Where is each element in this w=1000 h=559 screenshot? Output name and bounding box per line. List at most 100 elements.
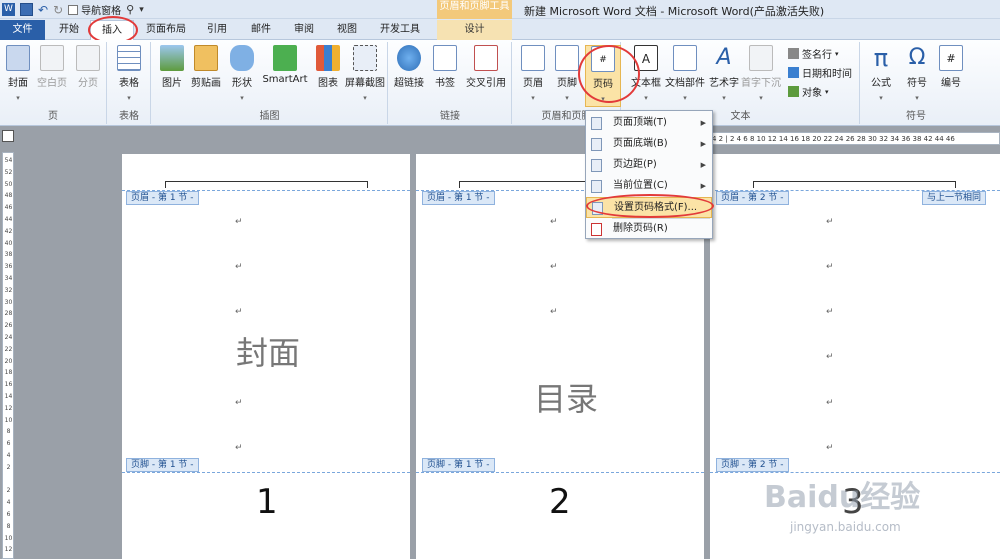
smartart-icon <box>273 45 297 71</box>
tab-references[interactable]: 引用 <box>198 20 236 40</box>
signature-line-button[interactable]: 签名行 ▾ <box>788 46 839 61</box>
vertical-ruler[interactable]: 54 52 50 48 46 44 42 40 38 36 34 32 30 28 26 24 22 20 18 16… <box>2 152 14 559</box>
ruler-tick-label: 6 <box>6 511 11 518</box>
paragraph-mark: ↵ <box>826 443 834 453</box>
ruler-tick-label: 46 <box>4 204 13 212</box>
wordart-button[interactable]: A 艺术字 ▾ <box>706 45 742 102</box>
customize-qat-icon[interactable]: ▾ <box>139 5 144 15</box>
ruler-tick-label: 44 <box>4 216 13 223</box>
paragraph-mark: ↵ <box>550 217 558 227</box>
datetime-button[interactable]: 日期和时间 <box>788 65 852 80</box>
format-page-numbers-annotation <box>586 194 714 218</box>
ruler-tick-label: 38 <box>4 251 13 259</box>
screenshot-button[interactable]: 屏幕截图 ▾ <box>344 45 386 102</box>
ruler-tick-label: 34 <box>4 275 13 282</box>
menu-item-remove-page-numbers[interactable]: 删除页码(R) <box>586 219 712 240</box>
paragraph-mark: ↵ <box>550 307 558 317</box>
bookmark-button[interactable]: 书签 <box>427 45 463 89</box>
clipart-button[interactable]: 剪贴画 <box>188 45 224 89</box>
tab-design[interactable]: 设计 <box>437 20 512 40</box>
ruler-tick-label: 54 <box>4 157 13 164</box>
context-tab-header: 页眉和页脚工具 <box>437 0 512 19</box>
tab-file[interactable]: 文件 <box>0 20 45 40</box>
header-section-tag: 页眉 - 第 1 节 - <box>422 191 495 205</box>
menu-item-page-margins[interactable]: 页边距(P) ▶ <box>586 155 712 176</box>
submenu-arrow-icon: ▶ <box>700 119 706 127</box>
cross-reference-button[interactable]: 交叉引用 <box>463 45 509 89</box>
tab-developer[interactable]: 开发工具 <box>372 20 428 40</box>
tab-view[interactable]: 视图 <box>328 20 366 40</box>
tab-home[interactable]: 开始 <box>50 20 88 40</box>
footer-section-tag: 页脚 - 第 1 节 - <box>422 458 495 472</box>
document-page-1[interactable]: 页眉 - 第 1 节 - ↵ ↵ ↵ 封面 ↵ ↵ 页脚 - 第 1 节 - 1 <box>122 154 410 559</box>
ruler-tick-label: 52 <box>4 168 13 176</box>
header-line <box>753 181 956 188</box>
ruler-tick-label: 42 <box>4 227 13 235</box>
hyperlink-button[interactable]: 超链接 <box>391 45 427 89</box>
number-button[interactable]: # 编号 <box>933 45 969 89</box>
dropcap-button[interactable]: 首字下沉 ▾ <box>740 45 782 102</box>
blank-page-button[interactable]: 空白页 <box>34 45 70 89</box>
equation-button[interactable]: π 公式 ▾ <box>863 45 899 102</box>
ruler-tick-label: 2 <box>6 487 11 495</box>
binoculars-icon[interactable]: ⚲ <box>126 3 134 16</box>
footer-section-tag: 页脚 - 第 2 节 - <box>716 458 789 472</box>
object-icon <box>788 86 799 97</box>
picture-button[interactable]: 图片 <box>154 45 190 89</box>
signature-icon <box>788 48 799 59</box>
ruler-tick-label: 30 <box>4 298 13 306</box>
tab-page-layout[interactable]: 页面布局 <box>139 20 193 40</box>
tab-mailings[interactable]: 邮件 <box>242 20 280 40</box>
window-title: 新建 Microsoft Word 文档 - Microsoft Word(产品… <box>524 5 825 18</box>
header-icon <box>521 45 545 71</box>
tab-review[interactable]: 审阅 <box>285 20 323 40</box>
quick-parts-button[interactable]: 文档部件 ▾ <box>664 45 706 102</box>
shapes-button[interactable]: 形状 ▾ <box>224 45 260 102</box>
smartart-button[interactable]: SmartArt <box>260 45 310 85</box>
nav-pane-toggle[interactable]: 导航窗格 <box>68 2 121 17</box>
object-button[interactable]: 对象 ▾ <box>788 84 829 99</box>
cover-page-button[interactable]: 封面 ▾ <box>0 45 36 102</box>
paragraph-mark: ↵ <box>826 398 834 408</box>
ruler-tick-label: 4 <box>6 452 11 459</box>
menu-item-bottom-of-page[interactable]: 页面底端(B) ▶ <box>586 134 712 155</box>
undo-icon[interactable]: ↶ <box>38 3 48 17</box>
ruler-tick-label: 12 <box>4 404 13 412</box>
paragraph-mark: ↵ <box>826 217 834 227</box>
submenu-arrow-icon: ▶ <box>700 140 706 148</box>
footer-boundary <box>416 472 704 473</box>
cover-page-icon <box>6 45 30 71</box>
chart-button[interactable]: 图表 <box>310 45 346 89</box>
baidu-watermark: Baidu经验 <box>764 480 921 515</box>
page-number: 2 <box>549 482 571 522</box>
group-label-symbols: 符号 <box>906 111 926 122</box>
header-section-tag: 页眉 - 第 1 节 - <box>126 191 199 205</box>
nav-pane-checkbox[interactable] <box>68 4 79 15</box>
header-button[interactable]: 页眉 ▾ <box>515 45 551 102</box>
ruler-tick-label: 26 <box>4 322 13 330</box>
page-number: 1 <box>256 482 278 522</box>
table-button[interactable]: 表格 ▾ <box>111 45 147 102</box>
ruler-tick-label: 10 <box>4 416 13 424</box>
chart-icon <box>316 45 340 71</box>
symbol-button[interactable]: Ω 符号 ▾ <box>899 45 935 102</box>
group-symbols: π 公式 ▾ Ω 符号 ▾ # 编号 符号 <box>861 42 971 124</box>
page-break-button[interactable]: 分页 <box>70 45 106 89</box>
omega-icon: Ω <box>908 45 926 70</box>
ruler-tick-label: 20 <box>4 357 13 365</box>
ribbon: 封面 ▾ 空白页 分页 页 表格 ▾ 表格 图片 剪贴画 形状 ▾ SmartArt … <box>0 40 1000 126</box>
quick-access-toolbar: W ↶ ↻ 导航窗格 ⚲ ▾ <box>2 2 144 17</box>
footer-boundary <box>122 472 410 473</box>
menu-item-top-of-page[interactable]: 页面顶端(T) ▶ <box>586 113 712 134</box>
ruler-toggle[interactable] <box>2 130 14 142</box>
ruler-tick-label: 24 <box>4 334 13 341</box>
ruler-tick-label: 6 <box>6 440 11 448</box>
save-icon[interactable] <box>20 3 33 16</box>
redo-icon[interactable]: ↻ <box>53 3 63 17</box>
footer-section-tag: 页脚 - 第 1 节 - <box>126 458 199 472</box>
submenu-arrow-icon: ▶ <box>700 161 706 169</box>
calendar-icon <box>788 67 799 78</box>
paragraph-mark: ↵ <box>235 398 243 408</box>
horizontal-ruler[interactable]: 4 2 | 2 4 6 8 10 12 14 16 18 20 22 24 26… <box>709 132 1000 145</box>
ruler-tick-label: 10 <box>4 534 13 542</box>
